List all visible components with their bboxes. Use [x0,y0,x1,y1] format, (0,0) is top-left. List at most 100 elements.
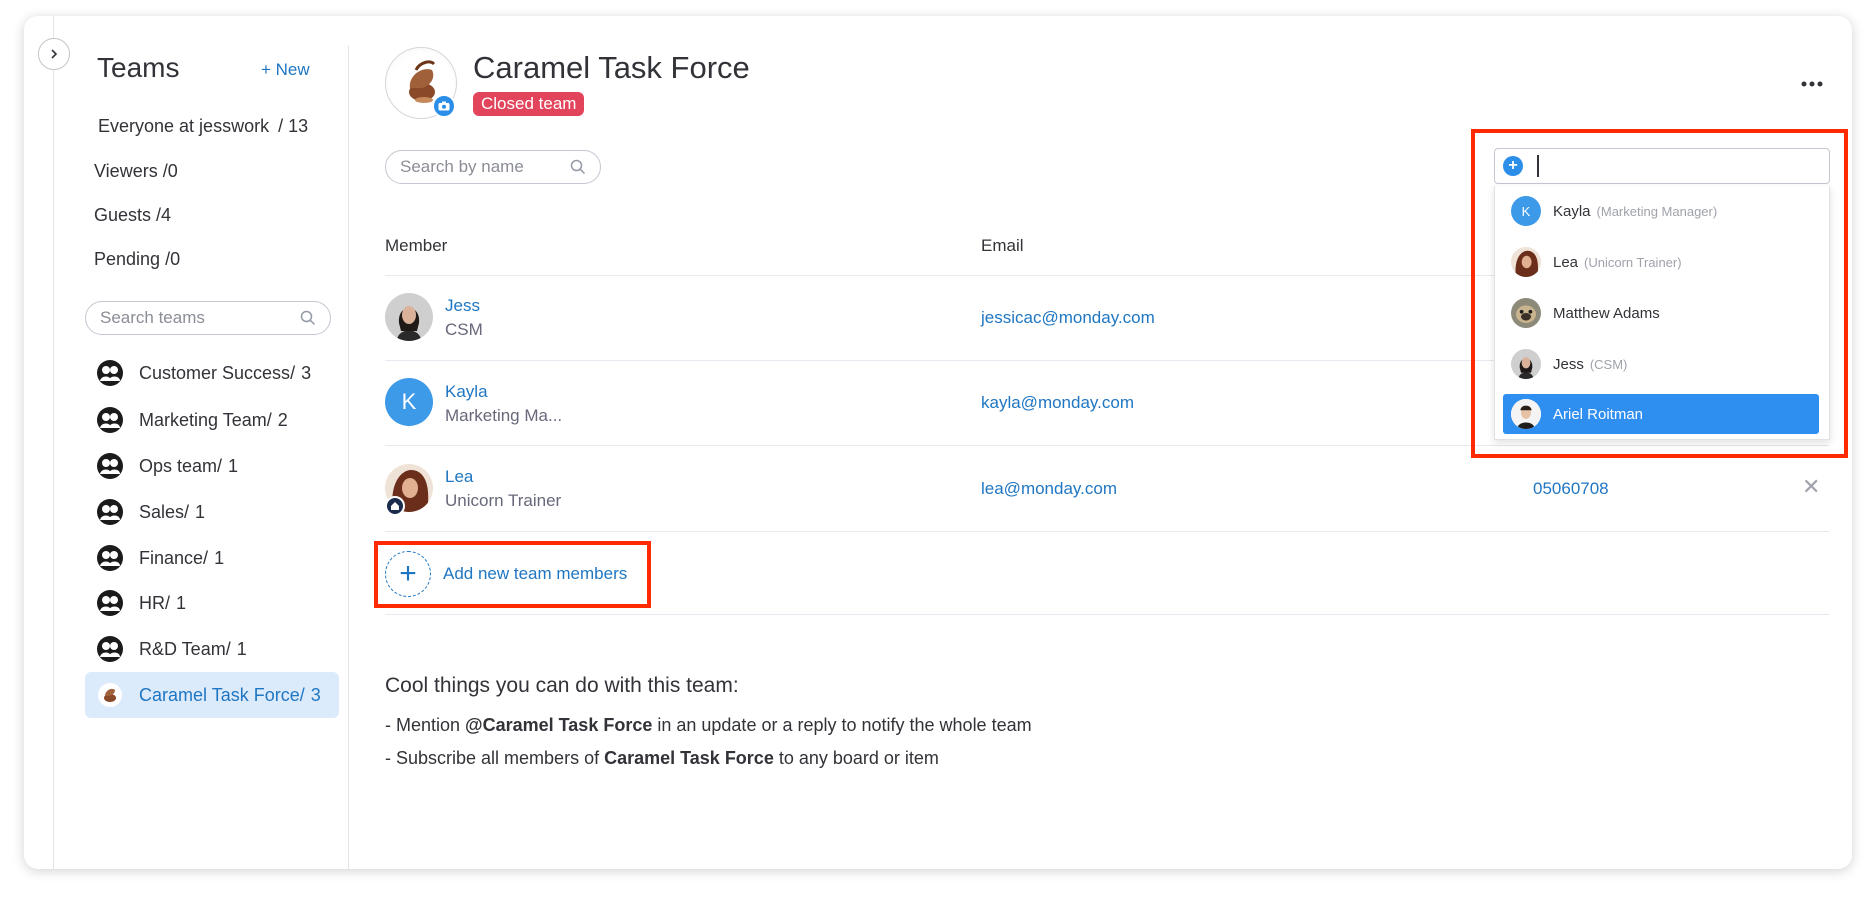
member-name[interactable]: Lea [445,467,473,487]
team-name: Marketing Team [139,409,267,430]
member-email[interactable]: kayla@monday.com [981,393,1134,413]
cool-things-line: - Mention @Caramel Task Force in an upda… [385,715,1032,736]
team-count: 1 [195,501,206,522]
member-name[interactable]: Jess [445,296,480,316]
sidebar-divider [348,46,349,869]
group-everyone[interactable]: Everyone at jesswork / 13 [98,116,308,137]
member-phone[interactable]: 05060708 [1533,479,1609,499]
team-count-separator: / [165,592,171,613]
group-pending[interactable]: Pending /0 [94,249,180,270]
group-label: Guests [94,205,152,225]
group-count: 0 [170,249,181,269]
search-icon [570,159,586,175]
team-name: R&D Team [139,638,226,659]
team-icon [95,634,125,664]
highlight-box [1471,129,1848,458]
team-icon [95,405,125,435]
member-role: Unicorn Trainer [445,491,562,510]
cool-things-line: - Subscribe all members of Caramel Task … [385,748,939,769]
team-icon [95,358,125,388]
team-title: Caramel Task Force [473,50,750,85]
new-team-button[interactable]: + New [261,60,310,80]
team-count: 2 [277,409,288,430]
group-viewers[interactable]: Viewers /0 [94,161,178,182]
group-label: Everyone at jesswork [98,116,270,136]
more-dots-icon [1801,81,1823,87]
member-name[interactable]: Kayla [445,382,488,402]
sidebar-title: Teams [97,52,180,83]
rail-line [53,16,54,869]
group-count: 4 [161,205,172,225]
search-teams-input[interactable]: Search teams [85,301,331,335]
team-item[interactable]: Marketing Team /2 [85,397,339,443]
change-photo-button[interactable] [432,94,456,118]
team-count-separator: / [217,455,223,476]
search-icon [300,310,316,326]
cool-team-mention: @Caramel Task Force [465,715,653,735]
team-count: 3 [310,684,321,705]
remove-member-button[interactable]: ✕ [1802,474,1820,500]
team-count-separator: / [266,409,272,430]
team-count-separator: / [203,547,209,568]
home-badge [385,496,405,516]
team-item[interactable]: Finance /1 [85,535,339,581]
group-guests[interactable]: Guests /4 [94,205,171,226]
avatar[interactable]: K [385,378,433,426]
column-header-email: Email [981,236,1024,255]
team-name: HR [139,592,165,613]
team-count: 1 [176,592,187,613]
team-name: Customer Success [139,362,291,383]
cool-team-name: Caramel Task Force [604,748,774,768]
group-label: Pending [94,249,161,269]
team-count-separator: / [225,638,231,659]
highlight-box [374,541,651,608]
home-icon [391,502,399,510]
team-item[interactable]: HR /1 [85,580,339,626]
cool-text: to any board or item [773,748,939,768]
team-icon [95,543,125,573]
team-name: Sales [139,501,185,522]
member-email[interactable]: lea@monday.com [981,479,1117,499]
team-count: 1 [228,455,239,476]
team-count-separator: / [184,501,190,522]
team-icon [95,588,125,618]
search-members-input[interactable]: Search by name [385,150,601,184]
team-count: 3 [301,362,312,383]
team-item[interactable]: Sales /1 [85,489,339,535]
team-count: 1 [214,547,225,568]
team-item[interactable]: Caramel Task Force /3 [85,672,339,718]
group-label: Viewers [94,161,158,181]
team-name: Ops team [139,455,218,476]
camera-icon [438,101,450,111]
closed-team-badge: Closed team [473,92,585,116]
team-name: Finance [139,547,204,568]
search-members-placeholder: Search by name [400,157,524,176]
team-count-separator: / [299,684,305,705]
team-item[interactable]: Customer Success /3 [85,350,339,396]
team-count: 1 [236,638,247,659]
member-role: CSM [445,320,483,339]
more-options-button[interactable] [1801,67,1823,93]
column-header-member: Member [385,236,448,255]
team-icon [95,451,125,481]
member-email[interactable]: jessicac@monday.com [981,308,1155,328]
team-item[interactable]: Ops team /1 [85,443,339,489]
avatar[interactable] [385,293,433,341]
team-count-separator: / [290,362,296,383]
cool-text: - Subscribe all members of [385,748,605,768]
team-icon [95,497,125,527]
team-name: Caramel Task Force [139,684,300,705]
sidebar-collapse-button[interactable] [38,38,70,70]
team-item[interactable]: R&D Team /1 [85,626,339,672]
person-photo-icon [385,293,433,341]
group-count: 0 [167,161,178,181]
search-teams-placeholder: Search teams [100,308,205,327]
chevron-right-icon [51,49,58,59]
group-count: 13 [288,116,309,136]
cool-text: - Mention [385,715,466,735]
row-divider [385,531,1829,532]
row-divider [385,614,1829,615]
cool-things-title: Cool things you can do with this team: [385,674,739,697]
member-role: Marketing Ma... [445,406,563,425]
cool-text: in an update or a reply to notify the wh… [652,715,1032,735]
